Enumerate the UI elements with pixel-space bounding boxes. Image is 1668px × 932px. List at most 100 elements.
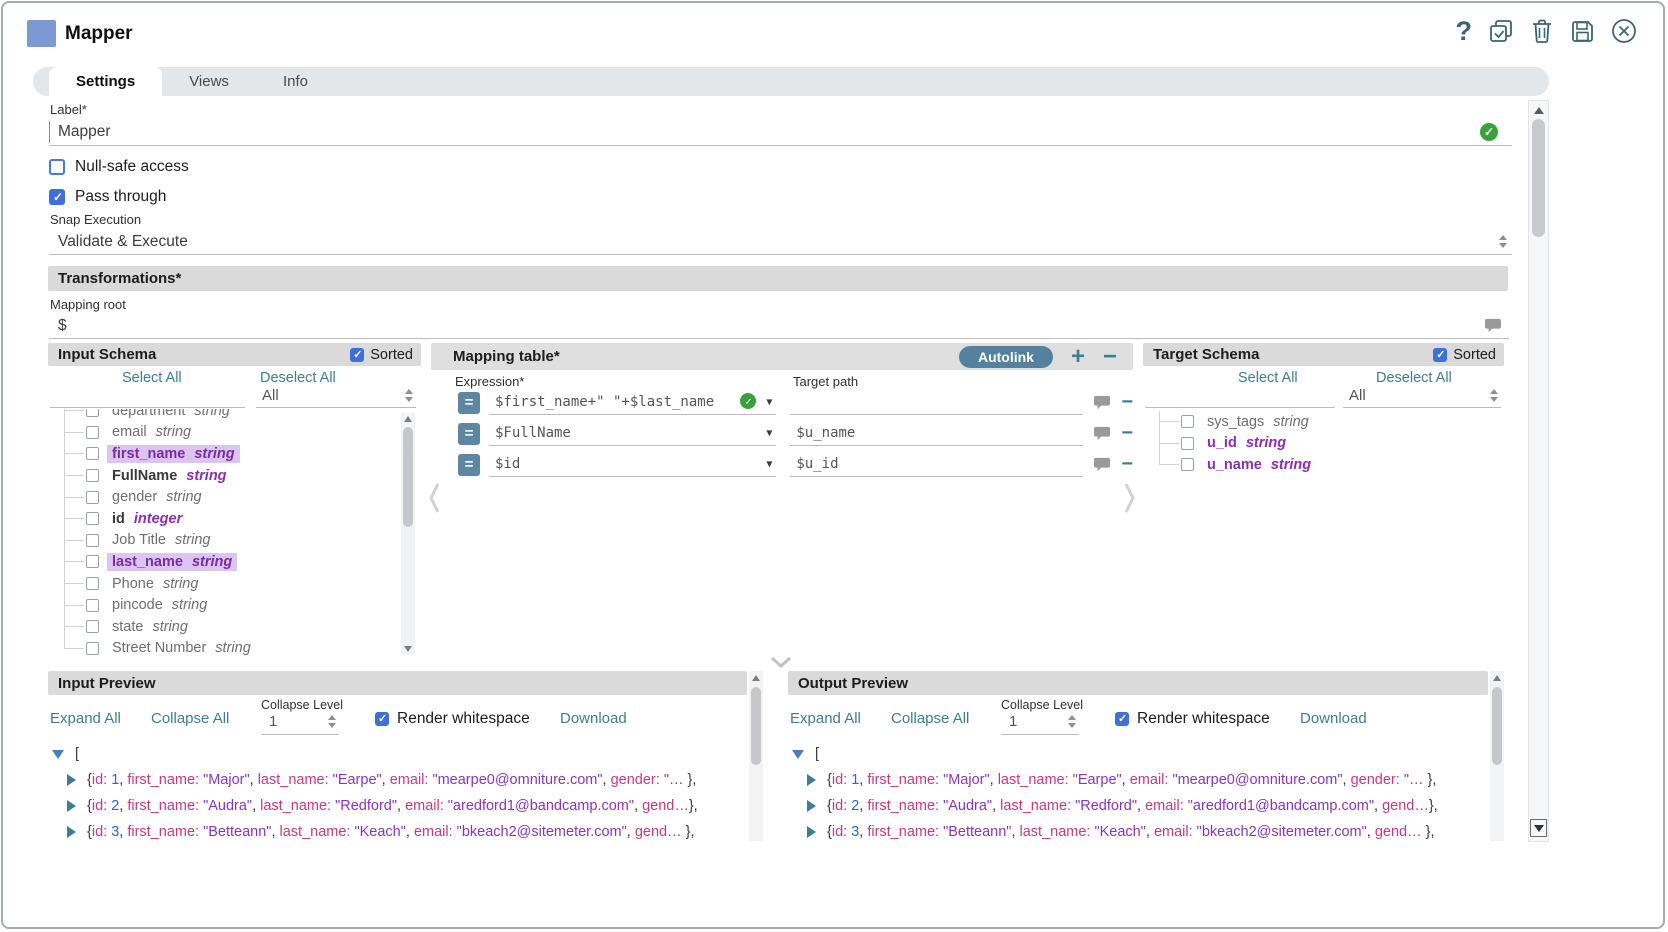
schema-item-checkbox[interactable] (86, 426, 99, 439)
collapse-left-panel-icon[interactable] (428, 481, 440, 520)
schema-item-checkbox[interactable] (86, 599, 99, 612)
input-preview-scrollbar[interactable] (749, 671, 763, 841)
schema-item-checkbox[interactable] (86, 447, 99, 460)
comment-icon[interactable] (1093, 457, 1111, 473)
expand-triangle-icon[interactable] (67, 826, 76, 838)
expand-triangle-icon[interactable] (67, 774, 76, 786)
target-schema-filter-input[interactable] (1145, 387, 1335, 408)
scroll-up-icon[interactable] (1493, 675, 1501, 681)
dropdown-spinner-icon[interactable] (1490, 389, 1498, 402)
autolink-button[interactable]: Autolink (959, 346, 1053, 368)
schema-item-checkbox[interactable] (1181, 437, 1194, 450)
input-schema-filter-input[interactable] (50, 387, 245, 408)
input-collapse-level-input[interactable]: 1 (261, 713, 339, 735)
expression-dropdown-icon[interactable]: ▼ (766, 459, 772, 470)
remove-row-button[interactable]: − (1121, 453, 1133, 476)
input-expand-all-link[interactable]: Expand All (50, 710, 121, 727)
spinner-icon[interactable] (1068, 715, 1076, 728)
add-row-button[interactable]: + (1071, 347, 1085, 367)
input-select-all-link[interactable]: Select All (122, 370, 182, 386)
schema-item-checkbox[interactable] (86, 577, 99, 590)
input-schema-scrollbar[interactable] (401, 413, 415, 655)
schema-item-checkbox[interactable] (1181, 415, 1194, 428)
tab-settings[interactable]: Settings (49, 67, 162, 96)
tab-info[interactable]: Info (256, 67, 335, 96)
schema-item-checkbox[interactable] (86, 642, 99, 655)
expand-triangle-icon[interactable] (807, 826, 816, 838)
tab-views[interactable]: Views (162, 67, 256, 96)
splitter-handle[interactable] (761, 654, 801, 670)
schema-item-checkbox[interactable] (86, 469, 99, 482)
spinner-icon[interactable] (328, 715, 336, 728)
pass-through-checkbox[interactable] (49, 189, 65, 205)
comment-icon[interactable] (1484, 318, 1502, 334)
expression-toggle-button[interactable]: = (458, 454, 480, 476)
mapping-root-input[interactable]: $ (49, 314, 1509, 339)
output-download-link[interactable]: Download (1300, 710, 1367, 727)
remove-rows-button[interactable]: − (1103, 347, 1117, 367)
schema-item-checkbox[interactable] (86, 491, 99, 504)
target-path-input[interactable] (790, 390, 1083, 415)
label-input[interactable]: Mapper ✓ (49, 119, 1512, 146)
expression-input[interactable]: $first_name+" "+$last_name✓▼ (489, 390, 776, 415)
output-collapse-level-input[interactable]: 1 (1001, 713, 1079, 735)
scrollbar-thumb[interactable] (1492, 687, 1502, 765)
expand-triangle-icon[interactable] (67, 800, 76, 812)
output-preview-scrollbar[interactable] (1490, 671, 1504, 841)
input-download-link[interactable]: Download (560, 710, 627, 727)
snap-execution-select[interactable]: Validate & Execute (49, 229, 1512, 255)
expression-dropdown-icon[interactable]: ▼ (766, 428, 772, 439)
main-scrollbar[interactable] (1528, 100, 1549, 842)
expression-input[interactable]: $FullName▼ (489, 421, 776, 446)
scroll-up-icon[interactable] (752, 675, 760, 681)
expression-toggle-button[interactable]: = (458, 392, 480, 414)
comment-icon[interactable] (1093, 395, 1111, 411)
collapse-right-panel-icon[interactable] (1124, 481, 1136, 520)
target-path-input[interactable]: $u_name (790, 421, 1083, 446)
collapse-triangle-icon[interactable] (792, 750, 804, 759)
expression-toggle-button[interactable]: = (458, 423, 480, 445)
expression-input[interactable]: $id▼ (489, 452, 776, 477)
spinner-icon[interactable] (1499, 235, 1507, 248)
scroll-up-icon[interactable] (404, 416, 412, 422)
schema-item-checkbox[interactable] (1181, 458, 1194, 471)
schema-item-checkbox[interactable] (86, 512, 99, 525)
schema-item-checkbox[interactable] (86, 534, 99, 547)
target-sorted-checkbox[interactable] (1433, 348, 1447, 362)
schema-item-checkbox[interactable] (86, 409, 99, 417)
output-render-whitespace-checkbox[interactable] (1115, 712, 1129, 726)
scrollbar-thumb[interactable] (1532, 119, 1545, 237)
schema-item-checkbox[interactable] (86, 555, 99, 568)
collapse-triangle-icon[interactable] (52, 750, 64, 759)
output-collapse-all-link[interactable]: Collapse All (891, 710, 969, 727)
help-icon[interactable]: ? (1456, 18, 1473, 44)
target-path-input[interactable]: $u_id (790, 452, 1083, 477)
input-schema-filter-dropdown[interactable]: All (256, 387, 416, 408)
scrollbar-thumb[interactable] (403, 427, 413, 527)
target-select-all-link[interactable]: Select All (1238, 370, 1298, 386)
dropdown-spinner-icon[interactable] (405, 389, 413, 402)
remove-row-button[interactable]: − (1121, 391, 1133, 414)
input-collapse-all-link[interactable]: Collapse All (151, 710, 229, 727)
copy-icon[interactable] (1488, 18, 1514, 44)
scroll-down-icon[interactable] (404, 646, 412, 652)
remove-row-button[interactable]: − (1121, 422, 1133, 445)
close-icon[interactable] (1611, 18, 1637, 44)
save-icon[interactable] (1570, 19, 1595, 44)
null-safe-checkbox[interactable] (49, 159, 65, 175)
scroll-down-button[interactable] (1530, 819, 1547, 837)
trash-icon[interactable] (1530, 18, 1554, 44)
scrollbar-thumb[interactable] (751, 687, 761, 765)
expand-triangle-icon[interactable] (807, 800, 816, 812)
output-expand-all-link[interactable]: Expand All (790, 710, 861, 727)
schema-item-checkbox[interactable] (86, 620, 99, 633)
input-sorted-checkbox[interactable] (350, 348, 364, 362)
input-render-whitespace-checkbox[interactable] (375, 712, 389, 726)
target-schema-filter-dropdown[interactable]: All (1343, 387, 1501, 408)
input-deselect-all-link[interactable]: Deselect All (260, 370, 336, 386)
scroll-up-icon[interactable] (1534, 107, 1544, 114)
target-deselect-all-link[interactable]: Deselect All (1376, 370, 1452, 386)
comment-icon[interactable] (1093, 426, 1111, 442)
expand-triangle-icon[interactable] (807, 774, 816, 786)
expression-dropdown-icon[interactable]: ▼ (766, 397, 772, 408)
